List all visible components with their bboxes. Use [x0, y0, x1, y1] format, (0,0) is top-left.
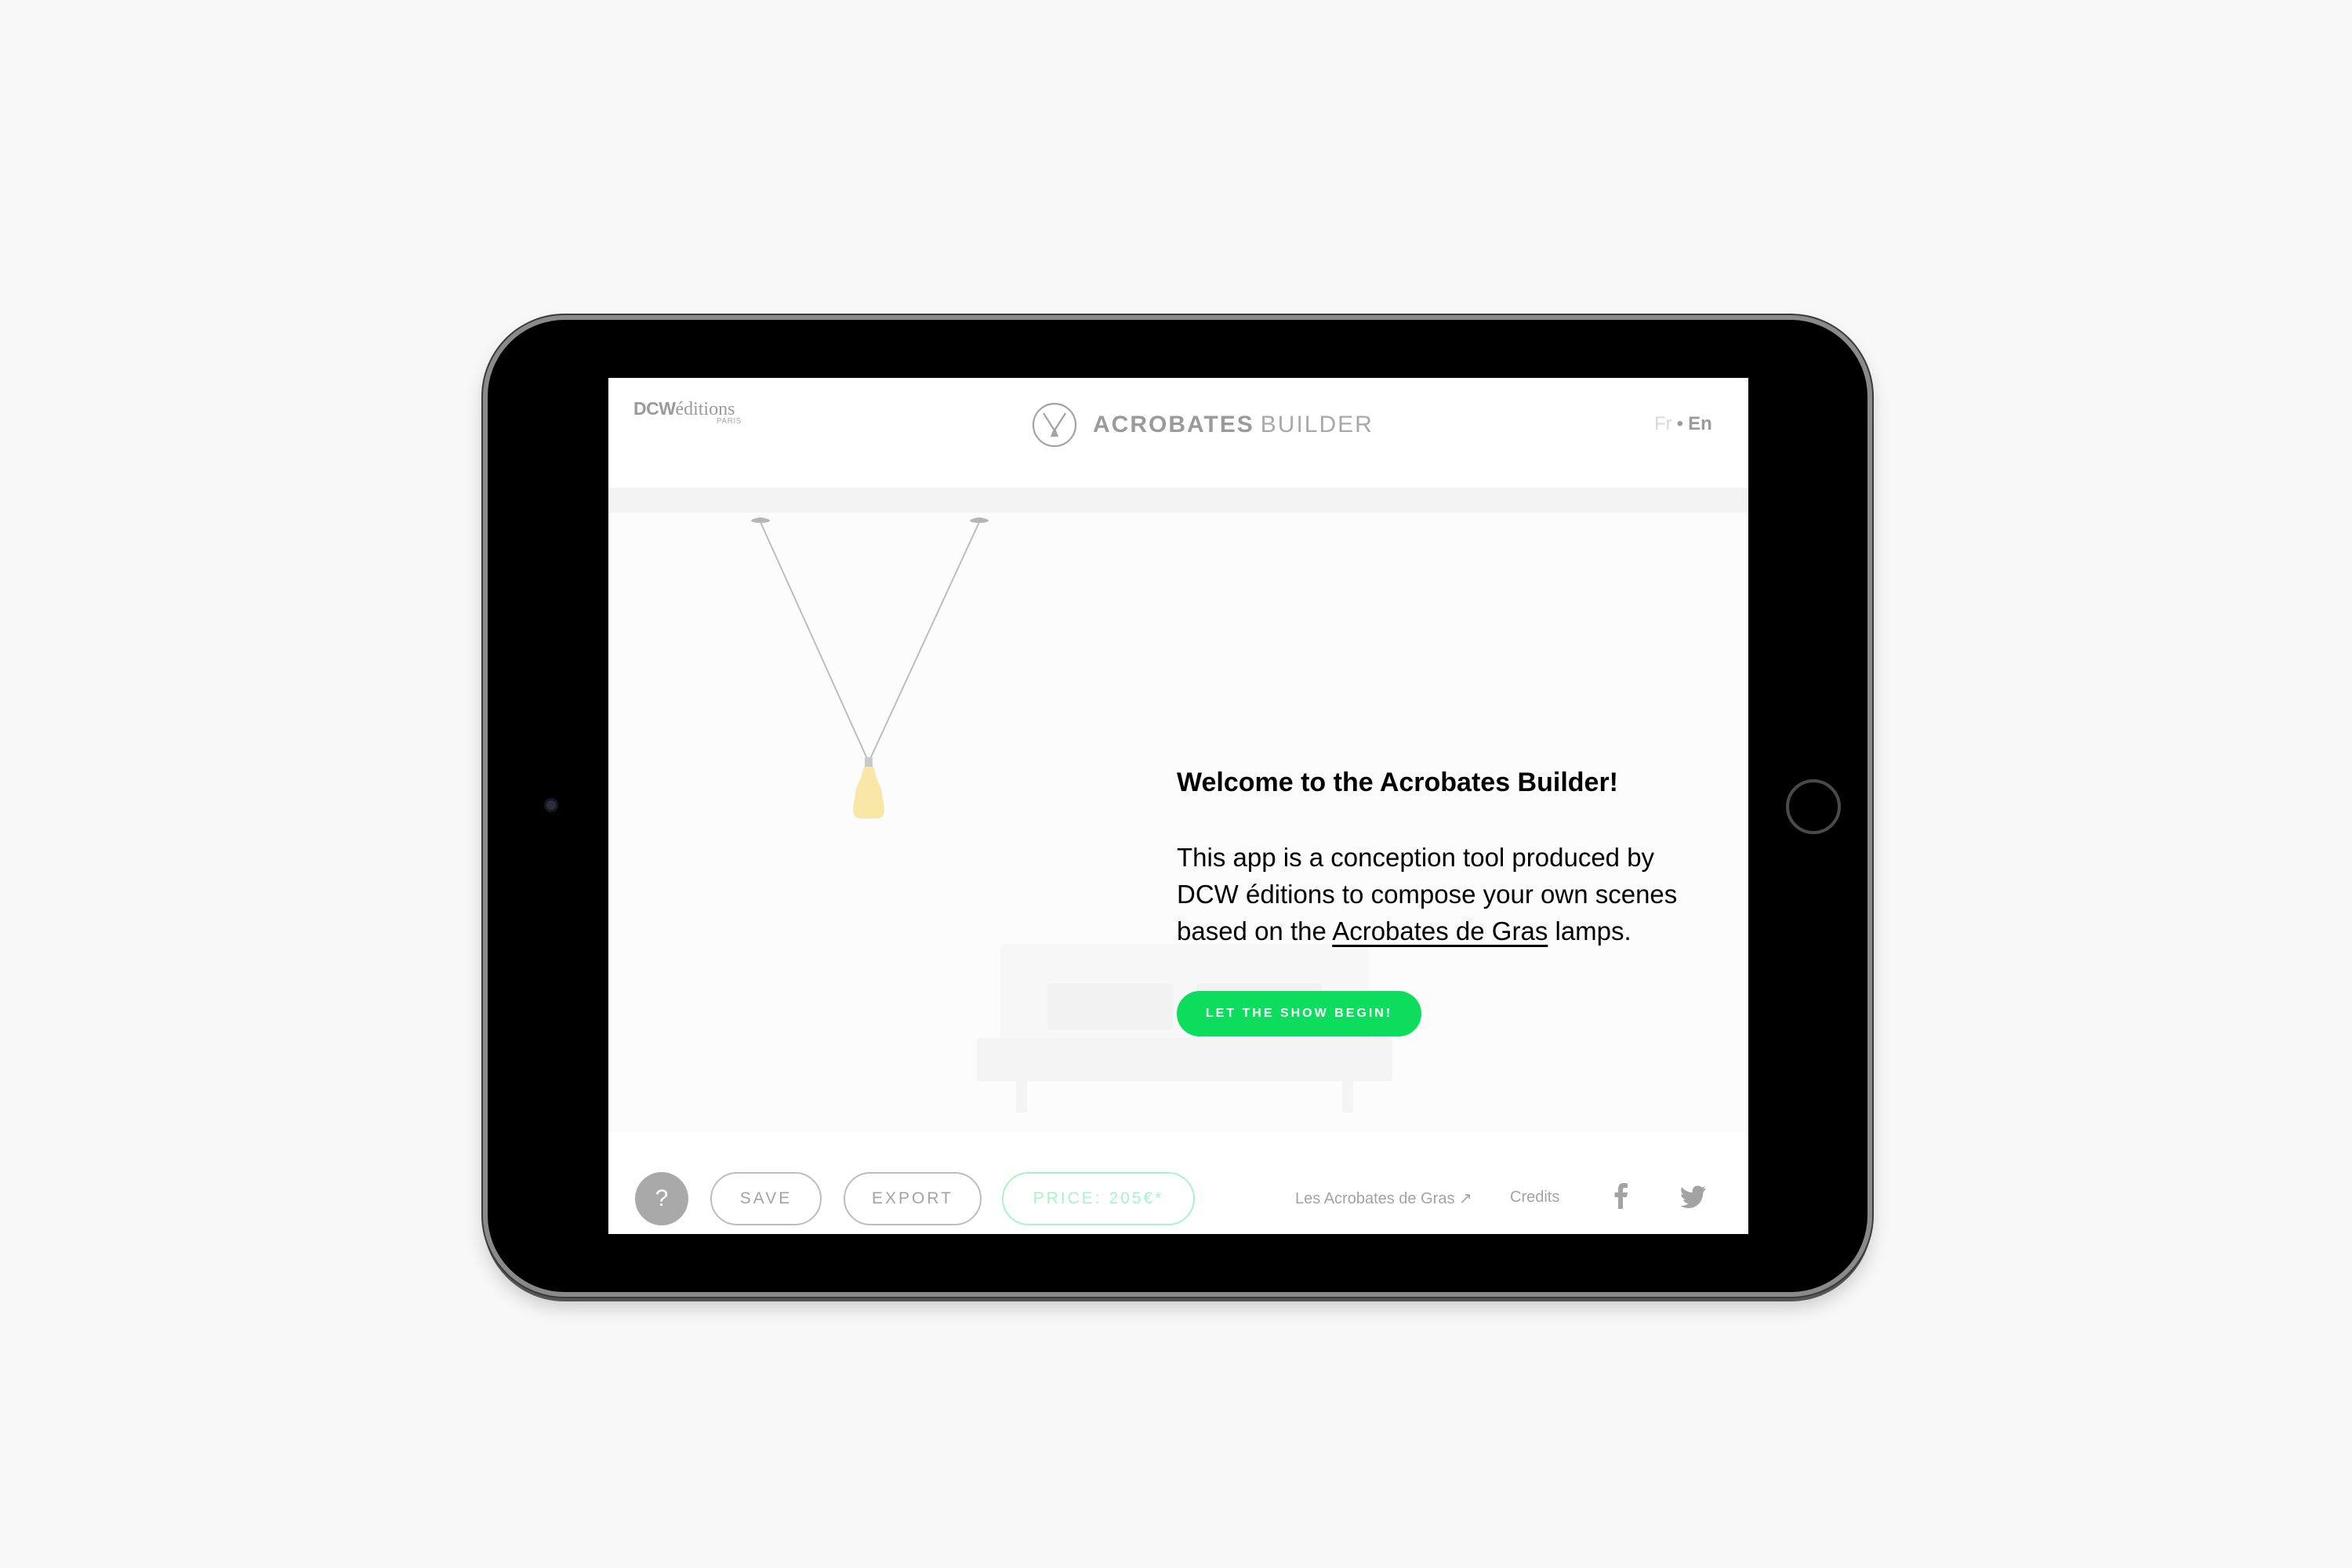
- brand-city-text: PARIS: [717, 417, 742, 426]
- scene-canvas[interactable]: Welcome to the Acrobates Builder! This a…: [608, 513, 1748, 1221]
- credits-link[interactable]: Credits: [1510, 1189, 1559, 1207]
- acrobates-de-gras-link[interactable]: Acrobates de Gras: [1332, 916, 1548, 946]
- save-button[interactable]: SAVE: [710, 1172, 822, 1225]
- welcome-body: This app is a conception tool produced b…: [1177, 839, 1718, 949]
- price-button[interactable]: PRICE: 205€*: [1002, 1172, 1195, 1225]
- help-button[interactable]: ?: [635, 1172, 688, 1225]
- lang-separator: •: [1676, 413, 1684, 434]
- dcw-editions-logo[interactable]: DCWéditions PARIS: [633, 398, 741, 426]
- ceiling-strip: [608, 488, 1748, 513]
- acrobates-logo-icon: [1032, 402, 1077, 448]
- welcome-title: Welcome to the Acrobates Builder!: [1177, 768, 1618, 797]
- welcome-panel: Welcome to the Acrobates Builder! This a…: [1177, 768, 1718, 949]
- lang-en-option[interactable]: En: [1688, 413, 1712, 434]
- app-footer: ? SAVE EXPORT PRICE: 205€* Les Acrobates…: [608, 1132, 1748, 1234]
- home-button[interactable]: [1786, 779, 1841, 834]
- start-button[interactable]: LET THE SHOW BEGIN!: [1177, 991, 1421, 1036]
- acrobates-lamp[interactable]: [608, 513, 1157, 842]
- acrobates-external-link[interactable]: Les Acrobates de Gras ↗: [1295, 1189, 1472, 1208]
- app-title-light: BUILDER: [1260, 412, 1374, 437]
- lang-fr-option[interactable]: Fr: [1654, 413, 1672, 434]
- brand-main-text: DCW: [633, 398, 676, 419]
- app-screen: DCWéditions PARIS ACROBATES BUILDER Fr • En: [608, 378, 1748, 1234]
- welcome-body-end: lamps.: [1548, 916, 1632, 946]
- twitter-icon[interactable]: [1679, 1182, 1708, 1210]
- app-title-bold: ACROBATES: [1093, 412, 1254, 437]
- app-title: ACROBATES BUILDER: [1032, 401, 1374, 448]
- facebook-icon[interactable]: [1607, 1182, 1635, 1210]
- bed-silhouette: [977, 944, 1392, 1112]
- front-camera: [544, 798, 558, 812]
- language-switcher: Fr • En: [1654, 413, 1712, 435]
- export-button[interactable]: EXPORT: [844, 1172, 982, 1225]
- app-header: DCWéditions PARIS ACROBATES BUILDER Fr • En: [608, 378, 1748, 488]
